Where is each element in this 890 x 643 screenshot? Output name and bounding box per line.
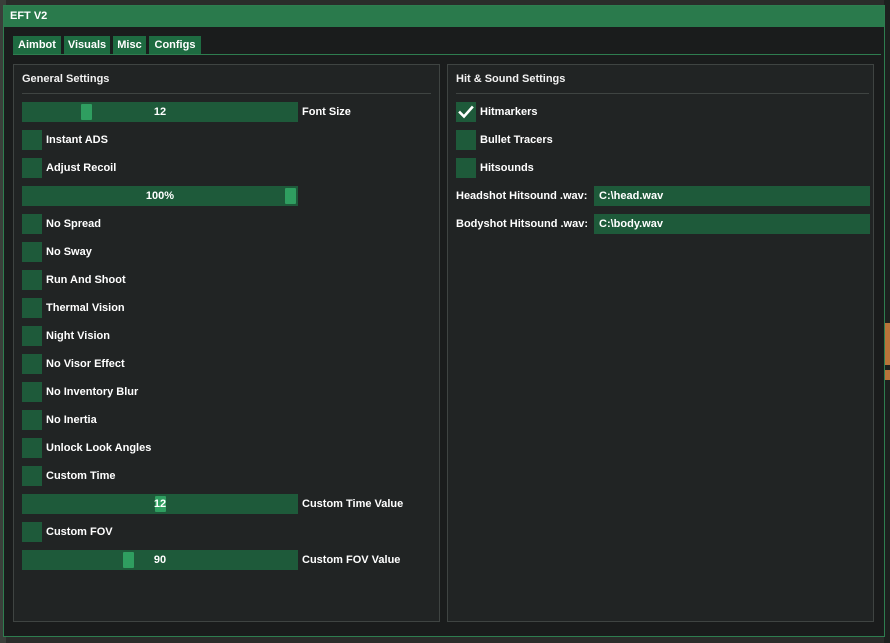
hitmarkers-label: Hitmarkers xyxy=(480,106,538,118)
tab-configs[interactable]: Configs xyxy=(149,36,201,54)
no-visor-effect-label: No Visor Effect xyxy=(46,358,125,370)
slider-label: Font Size xyxy=(302,106,351,118)
custom-fov-label: Custom FOV xyxy=(46,526,113,538)
no-sway-label: No Sway xyxy=(46,246,92,258)
unlock-look-angles-label: Unlock Look Angles xyxy=(46,442,152,454)
slider-value: 100% xyxy=(145,190,175,202)
hitsounds-label: Hitsounds xyxy=(480,162,534,174)
bullet-tracers-checkbox[interactable] xyxy=(456,130,476,150)
panel-divider xyxy=(456,93,869,94)
no-inertia-checkbox[interactable] xyxy=(22,410,42,430)
instant-ads-checkbox[interactable] xyxy=(22,130,42,150)
custom-fov-checkbox[interactable] xyxy=(22,522,42,542)
tab-aimbot[interactable]: Aimbot xyxy=(13,36,61,54)
night-vision-checkbox[interactable] xyxy=(22,326,42,346)
headshot-hitsound-label: Headshot Hitsound .wav: xyxy=(456,190,588,202)
no-inventory-blur-label: No Inventory Blur xyxy=(46,386,139,398)
panel-title-hit-sound: Hit & Sound Settings xyxy=(456,73,566,85)
instant-ads-label: Instant ADS xyxy=(46,134,108,146)
tab-underline xyxy=(13,54,881,55)
tab-visuals[interactable]: Visuals xyxy=(64,36,110,54)
hit-sound-settings-panel: Hit & Sound Settings Hitmarkers Bullet T… xyxy=(447,64,874,622)
cheat-menu-window: EFT V2 Aimbot Visuals Misc Configs Gener… xyxy=(3,5,885,637)
no-sway-checkbox[interactable] xyxy=(22,242,42,262)
bodyshot-hitsound-label: Bodyshot Hitsound .wav: xyxy=(456,218,588,230)
thermal-vision-checkbox[interactable] xyxy=(22,298,42,318)
no-spread-checkbox[interactable] xyxy=(22,214,42,234)
night-vision-label: Night Vision xyxy=(46,330,110,342)
checkmark-icon xyxy=(458,105,474,119)
custom-fov-value-slider[interactable]: 90 xyxy=(22,550,298,570)
slider-label: Custom FOV Value xyxy=(302,554,401,566)
recoil-slider[interactable]: 100% xyxy=(22,186,298,206)
bullet-tracers-label: Bullet Tracers xyxy=(480,134,553,146)
custom-time-value-slider[interactable]: 12 xyxy=(22,494,298,514)
slider-value: 12 xyxy=(153,498,167,510)
thermal-vision-label: Thermal Vision xyxy=(46,302,125,314)
slider-value: 12 xyxy=(153,106,167,118)
no-inertia-label: No Inertia xyxy=(46,414,97,426)
custom-time-label: Custom Time xyxy=(46,470,116,482)
bodyshot-hitsound-input[interactable]: C:\body.wav xyxy=(594,214,870,234)
hitmarkers-checkbox[interactable] xyxy=(456,102,476,122)
custom-time-checkbox[interactable] xyxy=(22,466,42,486)
unlock-look-angles-checkbox[interactable] xyxy=(22,438,42,458)
bodyshot-hitsound-row: Bodyshot Hitsound .wav: C:\body.wav xyxy=(456,214,876,234)
hitsounds-checkbox[interactable] xyxy=(456,158,476,178)
no-visor-effect-checkbox[interactable] xyxy=(22,354,42,374)
panel-divider xyxy=(22,93,431,94)
run-and-shoot-label: Run And Shoot xyxy=(46,274,126,286)
slider-value: 90 xyxy=(153,554,167,566)
adjust-recoil-label: Adjust Recoil xyxy=(46,162,117,174)
font-size-slider[interactable]: 12 xyxy=(22,102,298,122)
general-settings-panel: General Settings 12 Font Size Instant AD… xyxy=(13,64,440,622)
panel-title-general: General Settings xyxy=(22,73,110,85)
tab-misc[interactable]: Misc xyxy=(113,36,146,54)
no-inventory-blur-checkbox[interactable] xyxy=(22,382,42,402)
headshot-hitsound-row: Headshot Hitsound .wav: C:\head.wav xyxy=(456,186,876,206)
window-title[interactable]: EFT V2 xyxy=(4,6,884,27)
slider-label: Custom Time Value xyxy=(302,498,404,510)
headshot-hitsound-input[interactable]: C:\head.wav xyxy=(594,186,870,206)
adjust-recoil-checkbox[interactable] xyxy=(22,158,42,178)
no-spread-label: No Spread xyxy=(46,218,102,230)
run-and-shoot-checkbox[interactable] xyxy=(22,270,42,290)
